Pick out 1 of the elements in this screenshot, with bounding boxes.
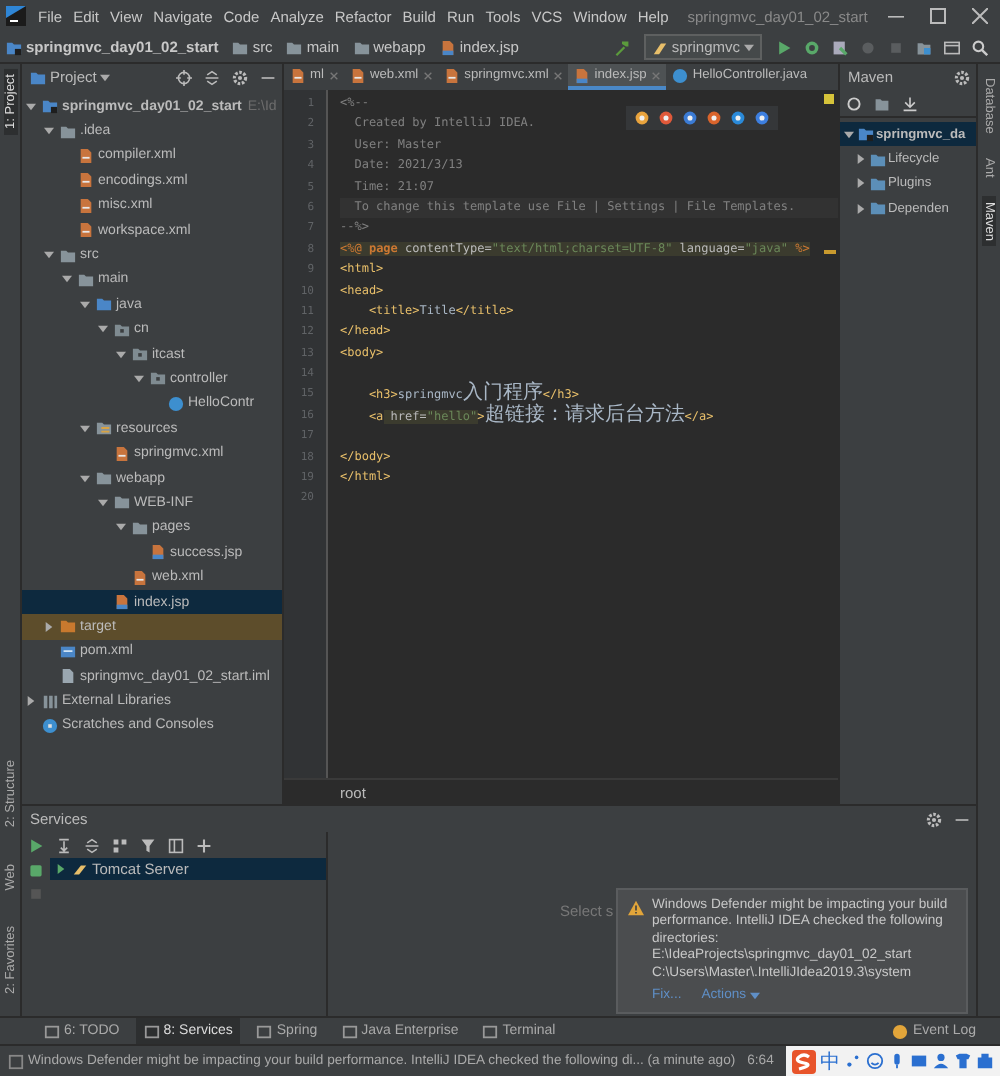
input-mode-indicator[interactable]: 中: [820, 1047, 840, 1075]
